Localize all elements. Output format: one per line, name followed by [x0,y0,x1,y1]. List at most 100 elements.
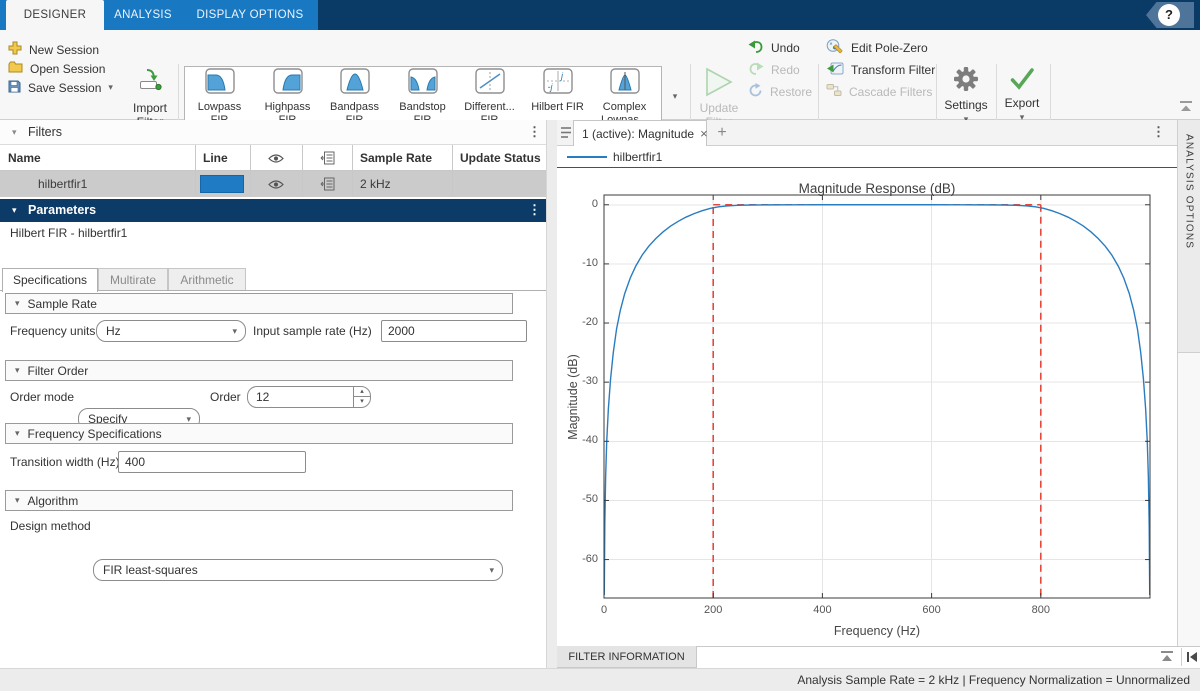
spinner-buttons: ▴ ▾ [353,387,370,407]
filter-table-row[interactable]: hilbertfir1 2 kHz [0,171,546,197]
collapse-left-button[interactable] [1186,651,1198,666]
open-session-label: Open Session [30,62,105,76]
order-spinner: 12 ▴ ▾ [247,386,371,408]
transition-width-field[interactable] [118,451,306,473]
filter-name: hilbertfir1 [38,171,87,197]
tab-multirate[interactable]: Multirate [98,268,168,291]
collapse-triangle-icon: ▾ [15,299,20,308]
filter-designer-app: DESIGNER ANALYSIS DISPLAY OPTIONS ? New … [0,0,1200,691]
gallery-item-bandstop-fir[interactable]: Bandstop FIR [389,68,456,128]
transform-filter-label: Transform Filter [851,63,935,77]
filter-order-section-header[interactable]: ▾ Filter Order [5,360,513,381]
filter-sample-rate: 2 kHz [360,171,391,197]
frequency-units-label: Frequency units [10,320,95,342]
new-figure-button[interactable]: + [714,123,730,143]
gallery-item-differentiator-fir[interactable]: Different... FIR [456,68,523,128]
save-session-label: Save Session [28,81,101,95]
redo-label: Redo [771,63,800,77]
panel-splitter[interactable] [546,120,557,668]
line-color-swatch[interactable] [200,175,244,193]
figure-list-icon[interactable] [560,126,572,142]
undo-label: Undo [771,41,800,55]
filters-panel-title: Filters [28,125,62,139]
visibility-eye-icon[interactable] [268,179,284,193]
redo-icon [748,61,764,78]
complex-lowpass-response-icon [610,68,640,97]
input-sample-rate-field[interactable] [381,320,527,342]
filters-menu-icon[interactable]: ⋮ [528,125,541,139]
gallery-item-lowpass-fir[interactable]: Lowpass FIR [186,68,253,128]
edit-pole-zero-button[interactable]: × Edit Pole-Zero [826,39,928,56]
parameters-menu-icon[interactable]: ⋮ [528,203,541,217]
gallery-item-label: Hilbert FIR [531,101,584,114]
gallery-item-bandpass-fir[interactable]: Bandpass FIR [321,68,388,128]
design-method-label: Design method [10,515,91,537]
tab-analysis[interactable]: ANALYSIS [104,0,182,30]
parameters-panel-title: Parameters [28,203,96,217]
col-header-update-status: Update Status [460,145,541,171]
tab-specifications[interactable]: Specifications [2,268,98,292]
transform-filter-icon [826,61,844,79]
help-button[interactable]: ? [1158,4,1180,26]
figure-tab-magnitude[interactable]: 1 (active): Magnitude × [573,120,707,146]
col-header-sample-rate: Sample Rate [360,145,432,171]
column-divider [352,145,353,197]
figure-tab-label: 1 (active): Magnitude [582,127,694,141]
save-session-dropdown-icon[interactable]: ▾ [108,83,113,92]
undo-button[interactable]: Undo [748,39,800,56]
y-tick-label: -50 [558,493,598,505]
algorithm-section-header[interactable]: ▾ Algorithm [5,490,513,511]
y-tick-label: -60 [558,553,598,565]
ribbon-toolstrip: New Session Open Session Save Session ▾ … [0,30,1200,120]
transform-filter-button[interactable]: Transform Filter [826,61,935,78]
app-tab-strip: DESIGNER ANALYSIS DISPLAY OPTIONS ? [0,0,1200,30]
collapse-triangle-icon: ▾ [15,429,20,438]
filter-information-tab[interactable]: FILTER INFORMATION [557,646,697,668]
collapse-ribbon-button[interactable] [1178,100,1196,114]
analysis-options-strip[interactable]: ANALYSIS OPTIONS [1177,120,1200,353]
cascade-filters-button[interactable]: Cascade Filters [826,83,932,100]
gallery-item-complex-lowpass[interactable]: Complex Lowpas... [591,68,658,128]
figure-menu-icon[interactable]: ⋮ [1152,125,1165,139]
collapse-triangle-icon: ▾ [12,206,17,215]
y-tick-label: -20 [558,316,598,328]
spinner-up-icon[interactable]: ▴ [353,387,370,397]
gallery-expand-button[interactable]: ▾ [666,88,684,106]
collapse-panel-button[interactable] [1160,650,1174,666]
redo-button[interactable]: Redo [748,61,800,78]
gallery-item-highpass-fir[interactable]: Highpass FIR [254,68,321,128]
tab-arithmetic[interactable]: Arithmetic [168,268,246,291]
restore-icon [748,83,763,101]
edit-pole-zero-label: Edit Pole-Zero [851,41,928,55]
filters-panel-header[interactable]: ▾ Filters ⋮ [0,120,546,145]
magnitude-plot-svg [557,168,1177,646]
gallery-item-label: Different... [464,101,515,114]
sample-rate-section-header[interactable]: ▾ Sample Rate [5,293,513,314]
save-session-button[interactable]: Save Session ▾ [8,79,113,96]
design-method-dropdown[interactable]: FIR least-squares ▾ [93,559,503,581]
divider [1181,648,1182,666]
legend-line-swatch [567,156,607,158]
filter-info-list-icon [320,151,335,168]
x-tick-label: 200 [693,604,733,616]
parameters-panel-header[interactable]: ▾ Parameters ⋮ [0,199,546,222]
frequency-specs-section-header[interactable]: ▾ Frequency Specifications [5,423,513,444]
filter-order-section-title: Filter Order [28,364,89,378]
close-icon[interactable]: × [700,127,708,140]
gallery-item-hilbert-fir[interactable]: j-j Hilbert FIR [524,68,591,128]
new-session-button[interactable]: New Session [8,41,99,58]
tab-designer[interactable]: DESIGNER [6,0,104,30]
open-session-button[interactable]: Open Session [8,60,105,77]
order-value[interactable]: 12 [248,387,353,407]
export-label: Export [1005,96,1040,110]
cascade-filters-icon [826,83,842,100]
filters-table-header-row: Name Line Sample Rate Update Status [0,145,546,171]
restore-button[interactable]: Restore [748,83,812,100]
filter-info-list-icon[interactable] [320,177,335,194]
plot-legend: hilbertfir1 [557,146,1177,168]
tab-display-options[interactable]: DISPLAY OPTIONS [182,0,318,30]
frequency-units-dropdown[interactable]: Hz ▾ [96,320,246,342]
spinner-down-icon[interactable]: ▾ [353,397,370,407]
frequency-specs-section-title: Frequency Specifications [28,427,162,441]
gallery-item-label: Bandpass [330,101,379,114]
